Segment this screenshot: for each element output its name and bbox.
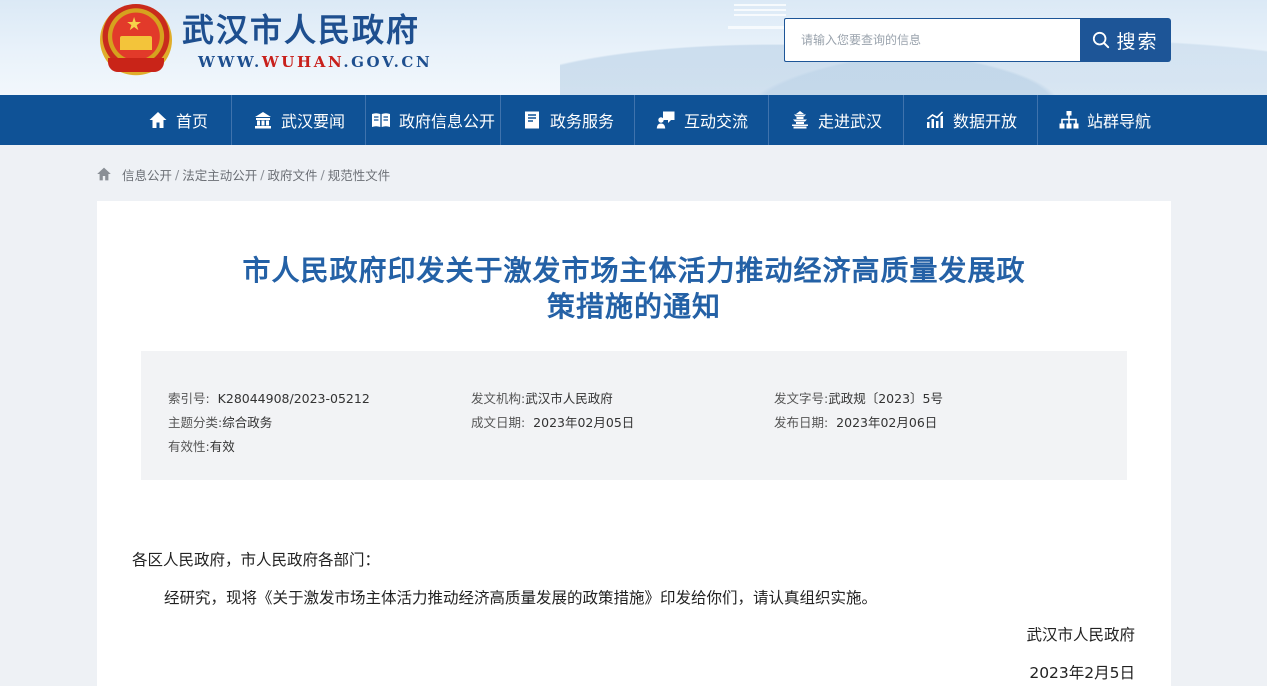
article-title: 市人民政府印发关于激发市场主体活力推动经济高质量发展政 策措施的通知	[137, 253, 1131, 325]
ribbon-icon	[108, 58, 164, 72]
meta-index: 索引号: K28044908/2023-05212	[168, 388, 370, 407]
home-icon	[149, 112, 167, 128]
nav-item-gov-services[interactable]: 政务服务	[501, 95, 635, 145]
nav-item-home[interactable]: 首页	[111, 95, 245, 145]
site-title[interactable]: 武汉市人民政府	[182, 10, 420, 50]
search-input[interactable]	[784, 18, 1080, 62]
site-url-highlight: WUHAN	[261, 53, 344, 71]
meta-topic: 主题分类:综合政务	[168, 412, 272, 431]
home-icon[interactable]	[96, 166, 112, 182]
nav-item-label: 数据开放	[952, 112, 1017, 131]
breadcrumb-item-info-disclosure[interactable]: 信息公开	[122, 165, 172, 184]
meta-label: 发文机构:	[471, 391, 526, 406]
meta-published-date: 发布日期: 2023年02月06日	[774, 412, 937, 431]
article-paragraph: 经研究，现将《关于激发市场主体活力推动经济高质量发展的政策措施》印发给你们，请认…	[164, 589, 878, 607]
nav-item-about-wuhan[interactable]: 走进武汉	[769, 95, 903, 145]
chart-icon	[926, 111, 944, 128]
book-icon	[371, 113, 390, 127]
document-icon	[524, 111, 539, 129]
nav-item-open-data[interactable]: 数据开放	[904, 95, 1038, 145]
nav-item-label: 互动交流	[683, 112, 748, 131]
meta-label: 发文字号:	[774, 391, 829, 406]
pagoda-decoration-icon	[728, 0, 792, 29]
breadcrumb: 信息公开 / 法定主动公开 / 政府文件 / 规范性文件	[96, 164, 390, 184]
site-url-suffix: .GOV.CN	[343, 53, 433, 71]
breadcrumb-item-statutory-disclosure[interactable]: 法定主动公开	[182, 165, 257, 184]
meta-label: 主题分类:	[168, 415, 223, 430]
star-icon: ★	[126, 14, 143, 35]
breadcrumb-separator: /	[320, 166, 325, 182]
meta-value: 2023年02月05日	[533, 415, 635, 430]
article-signature: 武汉市人民政府	[1026, 626, 1135, 644]
article-title-line: 策措施的通知	[546, 290, 721, 323]
meta-value: K28044908/2023-05212	[217, 391, 370, 406]
document-metadata: 索引号: K28044908/2023-05212 发文机构:武汉市人民政府 发…	[141, 351, 1127, 480]
nav-item-label: 走进武汉	[817, 112, 882, 131]
chat-icon	[656, 111, 675, 129]
meta-value: 综合政务	[222, 415, 273, 430]
site-header: ★ 武汉市人民政府 WWW.WUHAN.GOV.CN 搜索	[0, 0, 1267, 95]
sitemap-icon	[1059, 111, 1079, 129]
article-title-line: 市人民政府印发关于激发市场主体活力推动经济高质量发展政	[242, 254, 1026, 287]
nav-item-label: 政府信息公开	[398, 112, 495, 131]
meta-label: 索引号:	[168, 391, 210, 406]
meta-issuer: 发文机构:武汉市人民政府	[471, 388, 613, 407]
meta-value: 武汉市人民政府	[525, 391, 613, 406]
article-panel: 市人民政府印发关于激发市场主体活力推动经济高质量发展政 策措施的通知 索引号: …	[97, 201, 1171, 686]
site-url-prefix: WWW.	[198, 53, 262, 71]
nav-item-interaction[interactable]: 互动交流	[635, 95, 769, 145]
breadcrumb-item-normative-documents[interactable]: 规范性文件	[328, 165, 391, 184]
nav-item-label: 首页	[175, 112, 208, 131]
meta-doc-number: 发文字号:武政规〔2023〕5号	[774, 388, 943, 407]
pagoda-icon	[791, 111, 808, 129]
nav-item-label: 政务服务	[549, 112, 614, 131]
meta-value: 2023年02月06日	[836, 415, 938, 430]
meta-label: 成文日期:	[471, 415, 526, 430]
meta-value: 有效	[209, 439, 235, 454]
breadcrumb-separator: /	[175, 166, 180, 182]
meta-label: 有效性:	[168, 439, 210, 454]
nav-item-wuhan-news[interactable]: 武汉要闻	[232, 95, 366, 145]
meta-validity: 有效性:有效	[168, 436, 235, 455]
breadcrumb-separator: /	[260, 166, 265, 182]
meta-value: 武政规〔2023〕5号	[828, 391, 943, 406]
building-icon	[254, 112, 271, 129]
meta-created-date: 成文日期: 2023年02月05日	[471, 412, 634, 431]
meta-label: 发布日期:	[774, 415, 829, 430]
search-button[interactable]: 搜索	[1080, 18, 1171, 62]
nav-item-gov-info[interactable]: 政府信息公开	[366, 95, 500, 145]
article-date: 2023年2月5日	[1029, 664, 1135, 682]
search-icon	[1093, 31, 1110, 49]
article-salutation: 各区人民政府，市人民政府各部门：	[132, 551, 381, 569]
breadcrumb-item-gov-documents[interactable]: 政府文件	[267, 165, 317, 184]
nav-item-label: 武汉要闻	[280, 112, 345, 131]
site-url: WWW.WUHAN.GOV.CN	[198, 53, 432, 71]
search-button-label: 搜索	[1116, 30, 1159, 53]
main-nav: 首页 武汉要闻 政府信息公开 政务服务 互动交流 走进武汉 数据开放 站群导航	[0, 95, 1267, 145]
nav-item-site-navigation[interactable]: 站群导航	[1038, 95, 1172, 145]
nav-item-label: 站群导航	[1086, 112, 1151, 131]
tiananmen-icon	[120, 36, 152, 50]
national-emblem-icon[interactable]: ★	[100, 4, 172, 76]
